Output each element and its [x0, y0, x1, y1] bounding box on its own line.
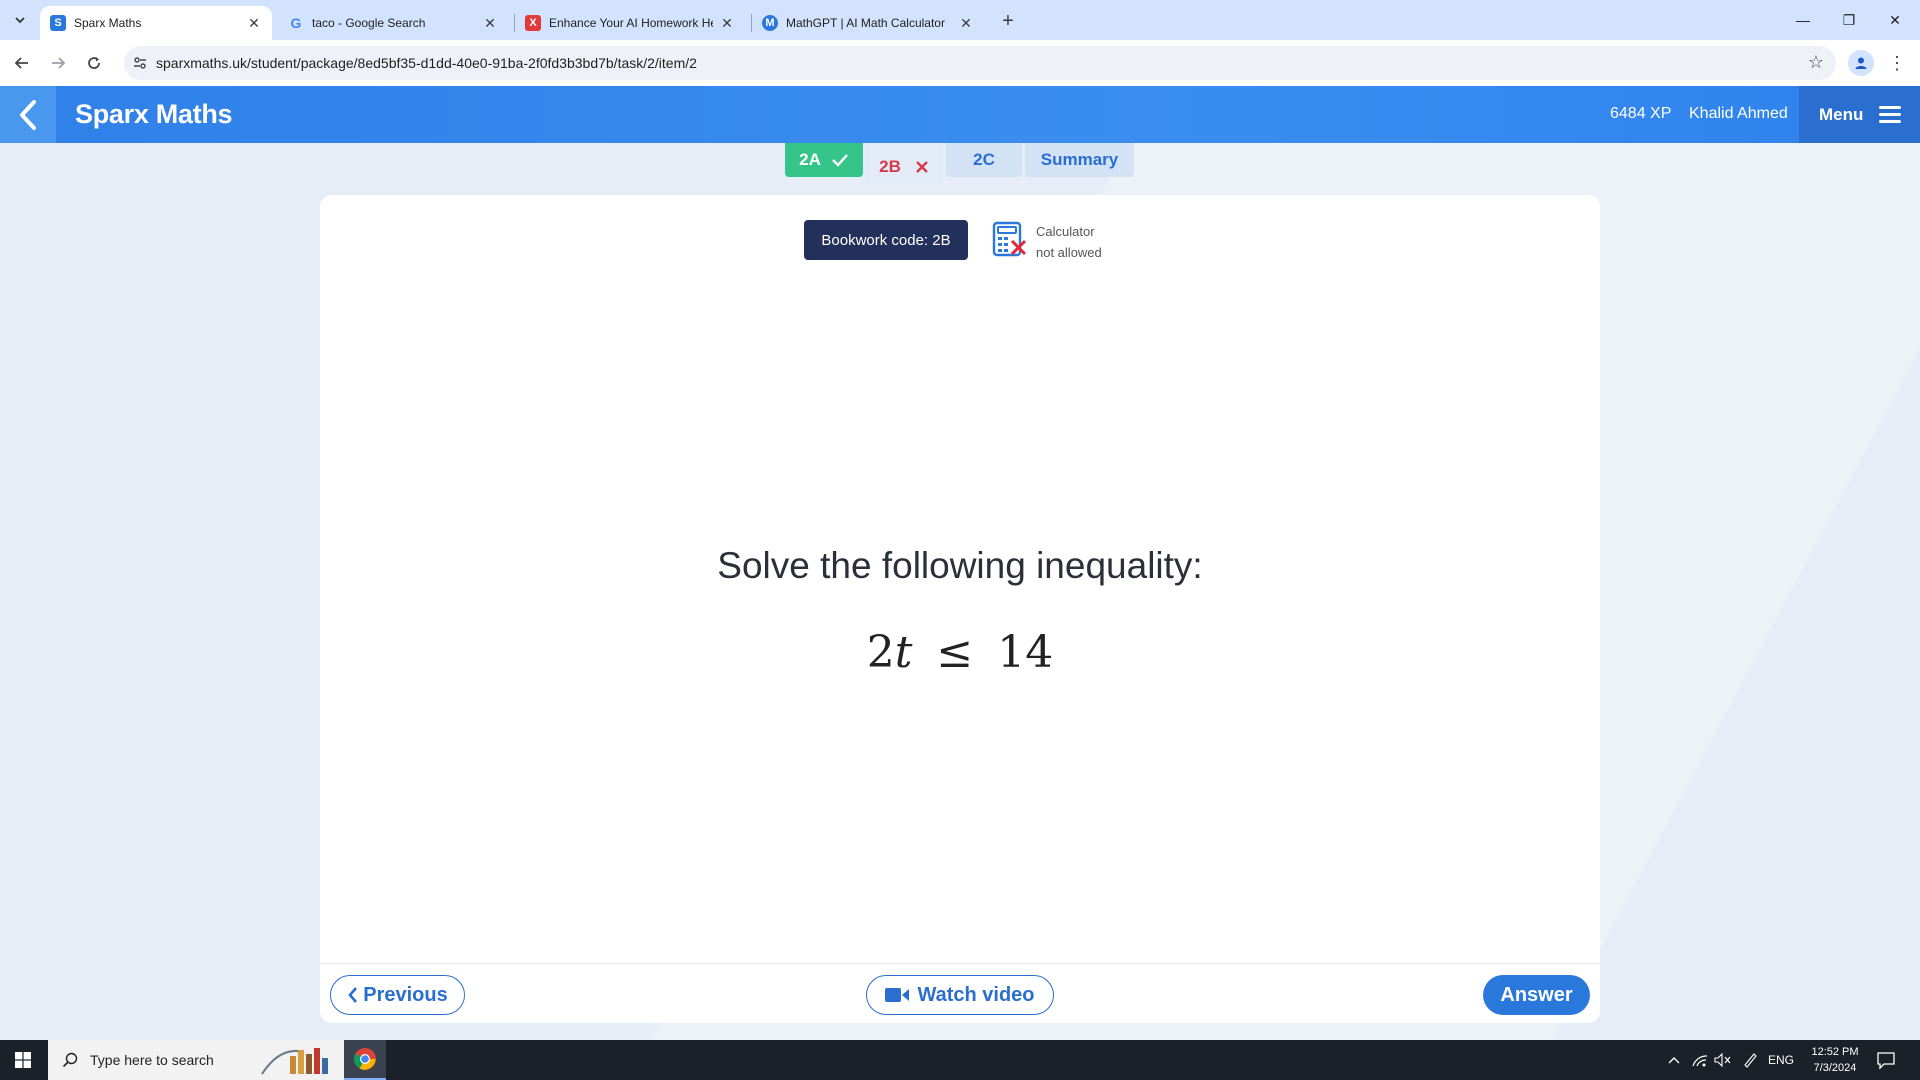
clock-time: 12:52 PM — [1811, 1046, 1859, 1058]
person-icon — [1855, 57, 1867, 69]
profile-avatar[interactable] — [1848, 50, 1874, 76]
chevron-left-icon — [348, 987, 358, 1003]
hamburger-icon — [1879, 102, 1902, 127]
task-tab-label: 2C — [973, 150, 995, 169]
browser-tab-mathgpt[interactable]: M MathGPT | AI Math Calculator ✕ — [752, 6, 984, 40]
close-icon[interactable]: ✕ — [719, 15, 735, 31]
browser-tab-google[interactable]: G taco - Google Search ✕ — [278, 6, 508, 40]
close-icon[interactable]: ✕ — [246, 15, 262, 31]
tab-title: Sparx Maths — [74, 16, 142, 30]
user-name: Khalid Ahmed — [1689, 105, 1788, 122]
sparx-favicon-icon: S — [50, 15, 66, 31]
task-tab-label: 2B — [879, 157, 901, 176]
arrow-right-icon — [52, 57, 66, 69]
clock-date: 7/3/2024 — [1813, 1062, 1857, 1074]
browser-tab-sparx[interactable]: S Sparx Maths ✕ — [40, 6, 272, 40]
bookwork-code: Bookwork code: 2B — [804, 220, 968, 260]
search-icon — [62, 1052, 78, 1068]
close-icon[interactable]: ✕ — [482, 15, 498, 31]
chevron-left-icon — [20, 99, 36, 130]
video-camera-icon — [885, 988, 910, 1002]
back-arrow-button[interactable] — [8, 49, 36, 77]
app-logo[interactable]: Sparx Maths — [75, 99, 233, 130]
chevron-down-icon — [15, 17, 25, 24]
cross-icon — [916, 161, 928, 173]
close-window-button[interactable]: ✕ — [1872, 0, 1918, 40]
bookmark-star-icon[interactable]: ☆ — [1808, 52, 1824, 73]
chevron-up-icon — [1668, 1057, 1680, 1064]
relation-symbol: ≤ — [936, 627, 974, 678]
task-tab-2b[interactable]: 2B — [865, 143, 943, 185]
task-tab-label: 2A — [799, 150, 821, 169]
menu-button[interactable]: Menu — [1799, 86, 1920, 143]
mathgpt-favicon-icon: M — [762, 15, 778, 31]
notification-icon[interactable] — [1876, 1050, 1896, 1070]
show-hidden-icons-button[interactable] — [1668, 1040, 1680, 1080]
forward-arrow-button[interactable] — [44, 49, 72, 77]
windows-taskbar: Type here to search ENG 12:52 PM 7/3/202… — [0, 1040, 1920, 1080]
task-tab-2a[interactable]: 2A — [785, 143, 863, 177]
coefficient: 2 — [866, 627, 895, 678]
app-back-button[interactable] — [0, 86, 56, 143]
language-indicator[interactable]: ENG — [1768, 1040, 1794, 1080]
taskbar-chrome-button[interactable] — [344, 1040, 386, 1080]
arrow-left-icon — [14, 57, 28, 69]
calculator-permission: not allowed — [1036, 245, 1102, 260]
tab-title: Enhance Your AI Homework He — [549, 16, 713, 30]
tab-search-button[interactable] — [8, 8, 32, 32]
calculator-label: Calculator — [1036, 224, 1095, 239]
question-prompt: Solve the following inequality: — [717, 545, 1203, 586]
browser-tab-strip: S Sparx Maths ✕ G taco - Google Search ✕… — [0, 0, 1920, 40]
inequality-expression: 2t ≤ 14 — [320, 627, 1600, 678]
reload-button[interactable] — [80, 49, 108, 77]
address-bar[interactable]: sparxmaths.uk/student/package/8ed5bf35-d… — [124, 46, 1836, 80]
right-hand-side: 14 — [997, 627, 1054, 678]
card-divider — [320, 963, 1600, 964]
enhance-favicon-icon: X — [525, 15, 541, 31]
taskbar-search[interactable]: Type here to search — [48, 1040, 386, 1080]
answer-button[interactable]: Answer — [1483, 975, 1590, 1015]
new-tab-button[interactable]: + — [996, 9, 1020, 33]
tab-title: taco - Google Search — [312, 16, 426, 30]
check-icon — [832, 154, 848, 167]
previous-button[interactable]: Previous — [330, 975, 465, 1015]
system-clock[interactable]: 12:52 PM 7/3/2024 — [1798, 1044, 1872, 1076]
watch-video-button[interactable]: Watch video — [866, 975, 1054, 1015]
answer-label: Answer — [1500, 983, 1573, 1006]
previous-label: Previous — [363, 983, 448, 1006]
windows-logo-icon — [15, 1052, 31, 1068]
chrome-icon — [354, 1048, 376, 1070]
restore-button[interactable]: ❐ — [1826, 0, 1872, 40]
variable: t — [894, 627, 913, 678]
xp-count: 6484 XP — [1610, 105, 1672, 122]
task-tab-label: Summary — [1040, 150, 1119, 169]
search-highlight-illustration-icon — [261, 1048, 328, 1075]
reload-icon — [88, 57, 100, 69]
start-button[interactable] — [0, 1040, 46, 1080]
app-header: Sparx Maths 6484 XP Khalid Ahmed Menu — [0, 86, 1920, 143]
tab-title: MathGPT | AI Math Calculator — [786, 16, 945, 30]
calculator-not-allowed-icon — [992, 221, 1027, 257]
volume-muted-icon[interactable] — [1714, 1040, 1732, 1080]
site-info-icon[interactable] — [132, 55, 148, 71]
pen-icon[interactable] — [1742, 1040, 1758, 1080]
minimize-button[interactable]: — — [1780, 0, 1826, 40]
google-favicon-icon: G — [290, 15, 302, 31]
url-text[interactable]: sparxmaths.uk/student/package/8ed5bf35-d… — [156, 55, 697, 71]
search-placeholder: Type here to search — [90, 1052, 214, 1068]
task-tab-summary[interactable]: Summary — [1025, 143, 1134, 177]
task-tab-2c[interactable]: 2C — [946, 143, 1022, 177]
watch-video-label: Watch video — [917, 983, 1035, 1006]
close-icon[interactable]: ✕ — [958, 15, 974, 31]
menu-label: Menu — [1819, 104, 1864, 124]
network-icon[interactable] — [1692, 1040, 1708, 1080]
browser-tab-enhance[interactable]: X Enhance Your AI Homework He ✕ — [515, 6, 745, 40]
browser-toolbar: sparxmaths.uk/student/package/8ed5bf35-d… — [0, 40, 1920, 86]
question-card: Bookwork code: 2B Calculator not allowed… — [320, 195, 1600, 1023]
browser-menu-button[interactable]: ⋮ — [1884, 50, 1910, 76]
calculator-status: Calculator not allowed — [1036, 221, 1102, 263]
